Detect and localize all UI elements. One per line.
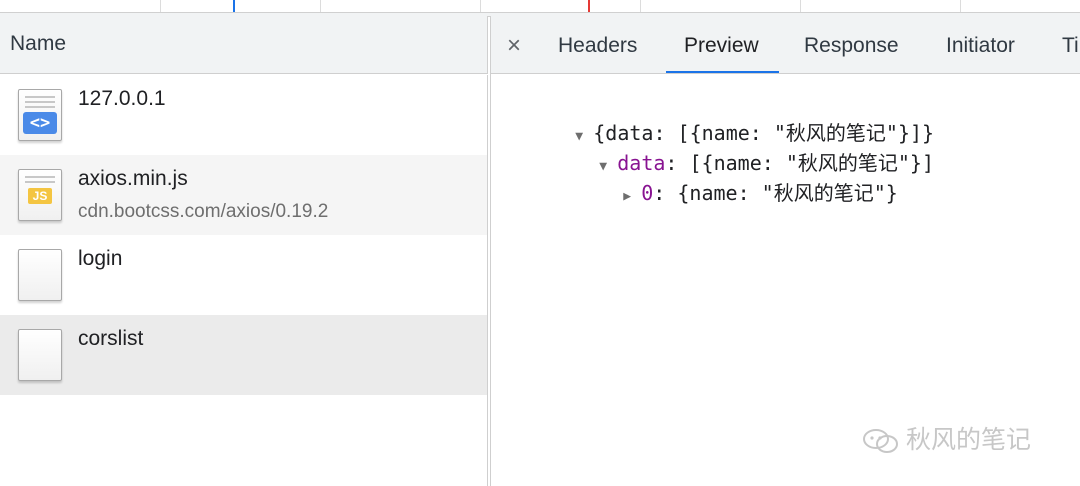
javascript-file-icon: JS xyxy=(18,169,62,221)
html-document-icon: <> xyxy=(18,89,62,141)
json-root-node[interactable]: ▼ {data: [{name: "秋风的笔记"}]} xyxy=(503,88,934,145)
request-name: axios.min.js xyxy=(78,167,188,190)
watermark-text: 秋风的笔记 xyxy=(906,426,1032,454)
request-name: login xyxy=(78,247,123,270)
timeline-tick xyxy=(960,0,961,12)
dom-content-loaded-marker xyxy=(233,0,235,12)
tab-preview[interactable]: Preview xyxy=(666,16,779,73)
watermark: 秋风的笔记 xyxy=(862,420,1031,456)
generic-file-icon xyxy=(18,249,62,301)
request-row-127-0-0-1[interactable]: <> 127.0.0.1 xyxy=(0,75,488,155)
request-row-axios[interactable]: JS axios.min.js cdn.bootcss.com/axios/0.… xyxy=(0,155,488,235)
request-detail-panel: × Headers Preview Response Initiator Ti … xyxy=(490,16,1080,486)
tab-initiator[interactable]: Initiator xyxy=(946,16,1015,73)
timeline-tick xyxy=(320,0,321,12)
detail-tab-bar: × Headers Preview Response Initiator Ti xyxy=(491,16,1080,74)
timeline-tick xyxy=(480,0,481,12)
request-rows: <> 127.0.0.1 JS axios.min.js cdn.bootcss… xyxy=(0,75,488,395)
timeline-tick xyxy=(160,0,161,12)
generic-file-icon xyxy=(18,329,62,381)
request-domain-path: cdn.bootcss.com/axios/0.19.2 xyxy=(78,201,329,222)
close-detail-icon[interactable]: × xyxy=(507,16,521,73)
timeline-tick xyxy=(640,0,641,12)
request-name: corslist xyxy=(78,327,144,350)
json-data-node[interactable]: ▼ data: [{name: "秋风的笔记"}] xyxy=(527,118,934,175)
tab-headers[interactable]: Headers xyxy=(558,16,637,73)
timeline-tick xyxy=(800,0,801,12)
tab-response[interactable]: Response xyxy=(804,16,899,73)
network-overview-timeline[interactable] xyxy=(0,0,1080,13)
name-column-label: Name xyxy=(10,32,67,55)
json-value-summary: : {name: "秋风的笔记"} xyxy=(653,181,898,205)
json-key: 0 xyxy=(641,181,654,205)
request-list-panel: Name <> 127.0.0.1 JS axios.min.js cdn.bo… xyxy=(0,16,488,486)
tab-timing[interactable]: Ti xyxy=(1062,16,1079,73)
name-column-header[interactable]: Name xyxy=(0,16,488,74)
collapse-arrow-icon[interactable]: ▶ xyxy=(623,182,637,212)
json-item-node[interactable]: ▶ 0: {name: "秋风的笔记"} xyxy=(551,148,898,205)
request-row-login[interactable]: login xyxy=(0,235,488,315)
request-list-empty-area xyxy=(0,395,488,486)
load-event-marker xyxy=(588,0,590,12)
wechat-icon xyxy=(863,429,898,454)
request-row-corslist[interactable]: corslist xyxy=(0,315,488,395)
request-name: 127.0.0.1 xyxy=(78,87,166,110)
